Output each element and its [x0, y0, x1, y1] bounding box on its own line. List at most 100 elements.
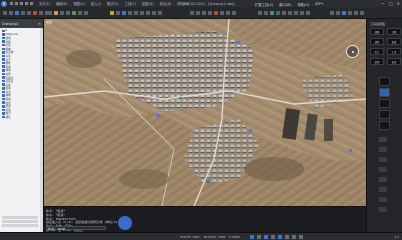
rectangle-icon[interactable] [214, 11, 218, 15]
layer-color-icon[interactable] [140, 11, 144, 15]
scale-icon[interactable] [276, 11, 280, 15]
copy-icon[interactable] [39, 11, 43, 15]
zoom-window-icon[interactable] [66, 11, 70, 15]
menu-item-app[interactable]: APP+ [315, 2, 324, 7]
mini-tool-icon[interactable] [379, 147, 387, 152]
properties-icon[interactable] [78, 11, 82, 15]
menu-item-view[interactable]: 视图(V) [73, 1, 84, 6]
xref-icon[interactable] [348, 11, 352, 15]
menu-item-help[interactable]: 帮助(H) [297, 2, 309, 7]
save-toolbar-icon[interactable] [15, 11, 19, 15]
image-icon[interactable] [342, 11, 346, 15]
palette-tool-icon[interactable] [379, 110, 390, 119]
help-icon[interactable] [360, 11, 364, 15]
hatch-icon[interactable] [220, 11, 224, 15]
menu-item-dimension[interactable]: 标注(N) [160, 1, 172, 6]
mini-tool-icon[interactable] [379, 137, 387, 142]
palette-button[interactable]: 电力 [370, 48, 384, 55]
menu-item-insert[interactable]: 插入(I) [91, 1, 101, 6]
design-center-icon[interactable] [84, 11, 88, 15]
drawing-tab[interactable]: Drawing1 [2, 22, 19, 26]
layer-previous-icon[interactable] [146, 11, 150, 15]
polar-toggle-icon[interactable] [270, 234, 275, 239]
new-file-icon[interactable] [10, 2, 13, 5]
cut-icon[interactable] [33, 11, 37, 15]
palette-button[interactable]: 建模 [370, 28, 384, 35]
rotate-icon[interactable] [270, 11, 274, 15]
osnap-toggle-icon[interactable] [277, 234, 282, 239]
zoom-icon[interactable] [60, 11, 64, 15]
otrack-toggle-icon[interactable] [284, 234, 289, 239]
circle-icon[interactable] [202, 11, 206, 15]
mini-tool-icon[interactable] [379, 197, 387, 202]
redo-icon[interactable] [30, 2, 33, 5]
open-file-icon[interactable] [15, 2, 18, 5]
preview-icon[interactable] [27, 11, 31, 15]
palette-tool-icon[interactable] [379, 121, 390, 130]
layer-manager-icon[interactable] [110, 11, 114, 15]
layer-isolate-icon[interactable] [158, 11, 162, 15]
lineweight-toggle-icon[interactable] [291, 234, 296, 239]
area-icon[interactable] [336, 11, 340, 15]
palette-button[interactable]: 注释 [387, 28, 401, 35]
snap-toggle-icon[interactable] [249, 234, 254, 239]
mini-tool-icon[interactable] [379, 157, 387, 162]
print-icon[interactable] [21, 11, 25, 15]
menu-item-draw[interactable]: 绘图(D) [142, 1, 154, 6]
layer-match-icon[interactable] [152, 11, 156, 15]
model-tab-label[interactable]: 模型 [46, 20, 52, 24]
extend-icon[interactable] [288, 11, 292, 15]
palette-button[interactable]: 结构 [370, 58, 384, 65]
arc-icon[interactable] [208, 11, 212, 15]
menu-item-window[interactable]: 窗口(W) [279, 2, 291, 7]
settings-icon[interactable] [354, 11, 358, 15]
drawing-viewport[interactable]: 模型 [44, 19, 366, 206]
mini-tool-icon[interactable] [379, 177, 387, 182]
layer-state-icon[interactable] [116, 11, 120, 15]
menu-item-edit[interactable]: 编辑(E) [56, 1, 67, 6]
palette-button[interactable]: 土木 [387, 48, 401, 55]
block-icon[interactable] [232, 11, 236, 15]
palette-tool-icon[interactable] [379, 77, 390, 86]
pan-icon[interactable] [54, 11, 58, 15]
save-icon[interactable] [20, 2, 23, 5]
mini-tool-icon[interactable] [379, 167, 387, 172]
palette-button[interactable]: 机械 [387, 38, 401, 45]
layer-on-icon[interactable] [122, 11, 126, 15]
command-input[interactable]: 命令: ZOOM [46, 226, 106, 231]
match-properties-icon[interactable] [48, 11, 52, 15]
line-icon[interactable] [190, 11, 194, 15]
copy-object-icon[interactable] [264, 11, 268, 15]
polyline-icon[interactable] [196, 11, 200, 15]
menu-item-file[interactable]: 文件(F) [39, 1, 50, 6]
erase-icon[interactable] [306, 11, 310, 15]
open-icon[interactable] [9, 11, 13, 15]
measure-icon[interactable] [330, 11, 334, 15]
trim-icon[interactable] [282, 11, 286, 15]
palette-tool-icon[interactable] [379, 99, 390, 108]
ortho-toggle-icon[interactable] [263, 234, 268, 239]
text-icon[interactable] [226, 11, 230, 15]
offset-icon[interactable] [294, 11, 298, 15]
layer-list-item[interactable]: 通信 [2, 115, 43, 119]
close-icon[interactable]: ✕ [397, 1, 400, 6]
maximize-icon[interactable]: □ [389, 1, 393, 6]
layer-lock-icon[interactable] [134, 11, 138, 15]
layer-freeze-icon[interactable] [128, 11, 132, 15]
left-panel-scrollbar[interactable] [40, 28, 43, 232]
minimize-icon[interactable]: — [381, 1, 385, 6]
model-toggle-icon[interactable] [298, 234, 303, 239]
palette-button[interactable]: 建筑 [370, 38, 384, 45]
palette-tool-selected-icon[interactable] [379, 88, 390, 97]
mirror-icon[interactable] [300, 11, 304, 15]
mini-tool-icon[interactable] [379, 207, 387, 212]
undo-icon[interactable] [25, 2, 28, 5]
menu-item-tools[interactable]: 工具(T) [125, 1, 136, 6]
menu-item-format[interactable]: 格式(O) [107, 1, 119, 6]
new-icon[interactable] [3, 11, 7, 15]
mini-tool-icon[interactable] [379, 187, 387, 192]
app-logo-icon[interactable]: Z [1, 0, 7, 7]
annotation-scale[interactable]: 1:1 [394, 235, 399, 239]
viewcube-compass[interactable] [346, 45, 359, 58]
move-icon[interactable] [258, 11, 262, 15]
